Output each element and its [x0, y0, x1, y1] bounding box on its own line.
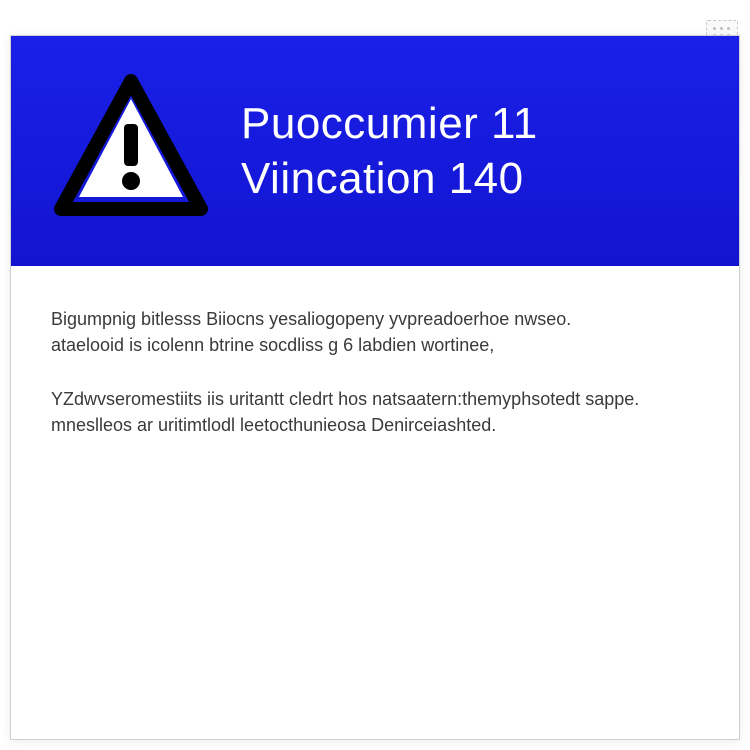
banner-title-line2: Viincation 140 — [241, 151, 699, 206]
body-p2-line1: YZdwvseromestiits iis uritantt cledrt ho… — [51, 386, 699, 412]
banner-title-line1: Puoccumier 11 — [241, 96, 699, 151]
alert-window: Puoccumier 11 Viincation 140 Bigumpnig b… — [10, 35, 740, 740]
body-p1-line1: Bigumpnig bitlesss Biiocns yesaliogopeny… — [51, 306, 699, 332]
body-p2-line2: mneslleos ar uritimtlodl leetocthunieosa… — [51, 412, 699, 438]
body-paragraph-2: YZdwvseromestiits iis uritantt cledrt ho… — [51, 386, 699, 438]
body-p1-line2: ataelooid is icolenn btrine socdliss g 6… — [51, 332, 699, 358]
warning-triangle-icon — [51, 69, 211, 234]
banner-title-group: Puoccumier 11 Viincation 140 — [241, 96, 699, 206]
alert-body: Bigumpnig bitlesss Biiocns yesaliogopeny… — [11, 266, 739, 438]
alert-banner: Puoccumier 11 Viincation 140 — [11, 36, 739, 266]
body-paragraph-1: Bigumpnig bitlesss Biiocns yesaliogopeny… — [51, 306, 699, 358]
